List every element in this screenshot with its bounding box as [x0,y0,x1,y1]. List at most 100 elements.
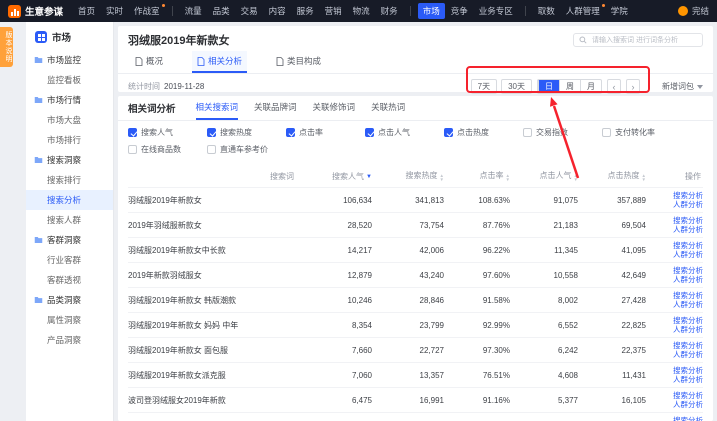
cell-term[interactable]: 羽绒服2019年新款女 妈妈 中年 [128,313,296,338]
sidebar-item[interactable]: 市场排行 [26,130,113,150]
sidebar-item[interactable]: 搜索人群 [26,210,113,230]
sidebar-item[interactable]: 市场大盘 [26,110,113,130]
version-note-tag[interactable]: 版本说明 [0,27,13,67]
sidebar-item[interactable]: 客群透视 [26,270,113,290]
cell-term[interactable]: 2019年羽绒服新款女 [128,213,296,238]
sidebar-group-header[interactable]: 品类洞察 [26,290,113,310]
sidebar-item[interactable]: 搜索排行 [26,170,113,190]
menu-item[interactable]: 物流 [348,3,375,19]
metric-checkbox[interactable]: 搜索热度 [207,127,286,138]
cell-term[interactable]: 羽绒服2019年新款女 短款 学生 [128,413,296,421]
search-analysis-link[interactable]: 搜索分析 [646,291,703,301]
metric-checkbox[interactable]: 搜索人气 [128,127,207,138]
column-header[interactable]: 点击人气 [510,165,578,188]
granularity-option[interactable]: 周 [559,80,580,93]
search-analysis-link[interactable]: 搜索分析 [646,241,703,251]
tab[interactable]: 相关分析 [192,51,247,73]
menu-item[interactable]: 学院 [606,3,633,19]
tab[interactable]: 类目构成 [271,51,326,73]
crowd-analysis-link[interactable]: 人群分析 [646,225,703,235]
menu-item[interactable]: 品类 [208,3,235,19]
granularity-option[interactable]: 日 [538,80,559,93]
menu-item[interactable]: 内容 [264,3,291,19]
subtab[interactable]: 关联热词 [371,96,405,120]
brand[interactable]: 生意参谋 [8,4,63,18]
metric-checkbox[interactable]: 点击率 [286,127,365,138]
column-header[interactable]: 搜索词 [128,165,296,188]
column-header[interactable]: 点击率 [444,165,510,188]
menu-item[interactable]: 业务专区 [474,3,518,19]
column-header[interactable]: 点击热度 [578,165,646,188]
crowd-analysis-link[interactable]: 人群分析 [646,300,703,310]
crowd-analysis-link[interactable]: 人群分析 [646,250,703,260]
sort-icon[interactable] [574,174,578,182]
subtab[interactable]: 相关搜索词 [196,96,239,120]
sidebar-item[interactable]: 产品洞察 [26,330,113,350]
subtab[interactable]: 关联修饰词 [313,96,356,120]
menu-item[interactable]: 营销 [320,3,347,19]
menu-item[interactable]: 流量 [180,3,207,19]
sidebar-group-header[interactable]: 市场监控 [26,50,113,70]
metric-checkbox[interactable]: 直通车参考价 [207,144,286,155]
granularity-option[interactable]: 月 [580,80,601,93]
metric-checkbox[interactable]: 交易指数 [523,127,602,138]
crowd-analysis-link[interactable]: 人群分析 [646,375,703,385]
menu-item[interactable]: 首页 [73,3,100,19]
crowd-analysis-link[interactable]: 人群分析 [646,200,703,210]
menu-item[interactable]: 市场 [418,3,445,19]
search-analysis-link[interactable]: 搜索分析 [646,416,703,421]
cell-term[interactable]: 羽绒服2019年新款女 韩版潮款 [128,288,296,313]
cell-term[interactable]: 波司登羽绒服女2019年新款 [128,388,296,413]
menu-item[interactable]: 竞争 [446,3,473,19]
sidebar-item[interactable]: 属性洞察 [26,310,113,330]
sidebar-item[interactable]: 搜索分析 [26,190,113,210]
search-analysis-link[interactable]: 搜索分析 [646,366,703,376]
sidebar-item[interactable]: 监控看板 [26,70,113,90]
search-analysis-link[interactable]: 搜索分析 [646,341,703,351]
search-analysis-link[interactable]: 搜索分析 [646,191,703,201]
cell-term[interactable]: 2019年新款羽绒服女 [128,263,296,288]
cell-term[interactable]: 羽绒服2019年新款女 面包服 [128,338,296,363]
crowd-analysis-link[interactable]: 人群分析 [646,350,703,360]
sidebar-group-header[interactable]: 客群洞察 [26,230,113,250]
cell-term[interactable]: 羽绒服2019年新款女 [128,188,296,213]
menu-item[interactable]: 交易 [236,3,263,19]
menu-item[interactable]: 作战室 [129,3,165,19]
sort-icon[interactable] [506,174,510,182]
metric-checkbox[interactable]: 点击热度 [444,127,523,138]
crowd-analysis-link[interactable]: 人群分析 [646,400,703,410]
cell-term[interactable]: 羽绒服2019年新款女中长款 [128,238,296,263]
crowd-analysis-link[interactable]: 人群分析 [646,275,703,285]
search-analysis-link[interactable]: 搜索分析 [646,391,703,401]
column-header[interactable]: 搜索热度 [372,165,444,188]
crowd-analysis-link[interactable]: 人群分析 [646,325,703,335]
user-area[interactable]: 完结 [678,5,709,17]
sort-icon[interactable] [366,174,372,180]
search-analysis-link[interactable]: 搜索分析 [646,266,703,276]
sidebar-group-header[interactable]: 市场行情 [26,90,113,110]
menu-item[interactable]: 人群管理 [561,3,605,19]
next-button[interactable]: › [626,79,640,94]
search-input[interactable] [590,36,697,45]
prev-button[interactable]: ‹ [607,79,621,94]
search-analysis-link[interactable]: 搜索分析 [646,216,703,226]
metric-checkbox[interactable]: 在线商品数 [128,144,207,155]
column-header[interactable]: 搜索人气 [296,165,372,188]
menu-item[interactable]: 财务 [376,3,403,19]
column-header[interactable]: 操作 [646,165,703,188]
menu-item[interactable]: 实时 [101,3,128,19]
search-analysis-link[interactable]: 搜索分析 [646,316,703,326]
tab[interactable]: 概况 [130,51,168,73]
subtab[interactable]: 关联品牌词 [254,96,297,120]
sidebar-group-header[interactable]: 搜索洞察 [26,150,113,170]
metric-checkbox[interactable]: 支付转化率 [602,127,681,138]
search-box[interactable] [573,33,703,47]
range-button[interactable]: 7天 [471,79,497,94]
menu-item[interactable]: 取数 [533,3,560,19]
word-pack-link[interactable]: 新增词包 [662,81,703,92]
range-button[interactable]: 30天 [501,79,532,94]
sidebar-item[interactable]: 行业客群 [26,250,113,270]
menu-item[interactable]: 服务 [292,3,319,19]
cell-term[interactable]: 羽绒服2019年新款女派克服 [128,363,296,388]
sort-icon[interactable] [642,174,646,182]
